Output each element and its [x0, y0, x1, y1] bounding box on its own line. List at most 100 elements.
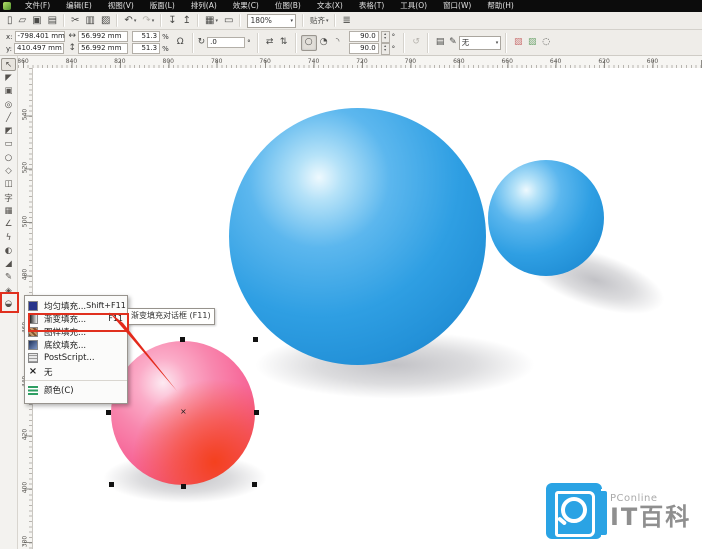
outline-width-select[interactable]: 无 ▾ — [458, 35, 502, 50]
selection-handle[interactable] — [109, 482, 114, 487]
fill-type-icon — [28, 353, 38, 364]
export-button[interactable]: ↥ — [180, 13, 194, 28]
rectangle-tool[interactable]: ▭ — [1, 138, 16, 151]
scale-x-field[interactable]: 51.3 — [132, 31, 161, 42]
selection-handle[interactable] — [106, 410, 111, 415]
snap-to-select[interactable]: 贴齐 ▾ — [307, 13, 332, 28]
selection-center-mark[interactable]: × — [180, 408, 187, 416]
wrap-text-icon: ▧ — [513, 37, 523, 47]
end-angle-field[interactable]: 90.0 — [348, 43, 379, 54]
eyedropper-tool[interactable]: ◢ — [1, 257, 16, 270]
rotation-angle-field[interactable]: .0 — [207, 37, 246, 48]
arc-mode-button[interactable]: ◝ — [331, 36, 345, 50]
selection-handle[interactable] — [181, 484, 186, 489]
coreldraw-window: 文件(F) 编辑(E) 视图(V) 版面(L) 排列(A) 效果(C) 位图(B… — [0, 0, 702, 549]
object-height-field[interactable]: 56.992 mm — [78, 43, 129, 54]
propbar-separator — [427, 32, 430, 53]
pie-icon: ◔ — [319, 37, 328, 47]
mirror-vertical-button[interactable]: ⇅ — [277, 36, 291, 50]
wrap-text-button[interactable]: ▧ — [511, 36, 525, 50]
menu-item[interactable]: 版面(L) — [142, 0, 183, 12]
toolbar-button-icon: ▦ — [205, 15, 215, 26]
crop-tool[interactable]: ▣ — [1, 85, 16, 98]
smart-fill-tool[interactable]: ◩ — [1, 124, 16, 137]
end-angle-stepper[interactable]: ▴ ▾ — [380, 42, 390, 55]
separator[interactable] — [239, 14, 242, 27]
basic-shapes-tool[interactable]: ◫ — [1, 178, 16, 191]
app-launcher-button[interactable]: ▦ ▾ — [202, 13, 221, 28]
save-button[interactable]: ▣ — [29, 13, 44, 28]
start-angle-field[interactable]: 90.0 — [348, 31, 379, 42]
separator[interactable] — [63, 14, 66, 27]
position-x-field[interactable]: -798.401 mm — [14, 31, 65, 42]
menu-item[interactable]: 编辑(E) — [58, 0, 100, 12]
ellipse-tool[interactable]: ○ — [1, 151, 16, 164]
menu-item[interactable]: 排列(A) — [183, 0, 225, 12]
paste-button[interactable]: ▨ — [98, 13, 113, 28]
new-button[interactable]: ▯ — [4, 13, 16, 28]
fill-menu-item[interactable]: 颜色(C) — [25, 380, 127, 397]
menu-item[interactable]: 位图(B) — [267, 0, 309, 12]
behind-fill-button[interactable]: ▨ — [525, 36, 539, 50]
menu-item[interactable]: 窗口(W) — [435, 0, 479, 12]
tooltip-text: 渐变填充对话框 (F11) — [131, 311, 211, 320]
pick-tool[interactable]: ↖ — [1, 58, 16, 72]
dimension-tool[interactable]: ∠ — [1, 218, 16, 231]
welcome-screen-button[interactable]: ▭ — [221, 13, 236, 28]
outline-pen-tool[interactable]: ✎ — [1, 271, 16, 284]
mirror-horizontal-button[interactable]: ⇄ — [263, 36, 277, 50]
connector-tool[interactable]: ϟ — [1, 231, 16, 244]
propbar-separator — [191, 32, 194, 53]
separator[interactable] — [197, 14, 200, 27]
copy-button[interactable]: ▥ — [83, 13, 98, 28]
ellipse-mode-button[interactable]: ○ — [300, 34, 317, 51]
zoom-level-select[interactable]: 180% ▾ — [247, 13, 296, 28]
arc-icon: ◝ — [335, 37, 340, 47]
freehand-tool[interactable]: ╱ — [1, 111, 16, 124]
pie-mode-button[interactable]: ◔ — [317, 36, 331, 50]
zoom-tool[interactable]: ◎ — [1, 98, 16, 111]
import-button[interactable]: ↧ — [165, 13, 179, 28]
redo-button[interactable]: ↷ ▾ — [139, 13, 157, 28]
selection-handle[interactable] — [180, 337, 185, 342]
menu-item[interactable]: 文件(F) — [17, 0, 58, 12]
fill-menu-item[interactable]: 均匀填充... Shift+F11 — [25, 299, 127, 312]
lock-ratio-icon[interactable]: Ω — [177, 37, 184, 48]
scale-y-field[interactable]: 51.3 — [132, 43, 161, 54]
polygon-tool[interactable]: ◇ — [1, 164, 16, 177]
cut-button[interactable]: ✂ — [68, 13, 82, 28]
selection-handle[interactable] — [253, 337, 258, 342]
start-angle-stepper[interactable]: ▴ ▾ — [380, 30, 390, 43]
fill-menu-item[interactable]: 底纹填充... — [25, 339, 127, 352]
table-tool[interactable]: ▦ — [1, 204, 16, 217]
options-button[interactable]: ≣ — [339, 13, 353, 28]
blend-tool[interactable]: ◐ — [1, 244, 16, 257]
layers-button[interactable]: ▤ — [433, 36, 447, 50]
menu-item[interactable]: 视图(V) — [100, 0, 142, 12]
text-tool[interactable]: 字 — [1, 191, 16, 204]
selection-handle[interactable] — [252, 482, 257, 487]
separator[interactable] — [160, 14, 163, 27]
open-button[interactable]: ▱ — [16, 13, 30, 28]
menu-item[interactable]: 工具(O) — [392, 0, 435, 12]
print-button[interactable]: ▤ — [45, 13, 60, 28]
change-direction-button[interactable]: ↺ — [409, 36, 423, 50]
menu-item[interactable]: 表格(T) — [351, 0, 392, 12]
shape-tool[interactable]: ◤ — [1, 71, 16, 84]
menu-item[interactable]: 效果(C) — [225, 0, 267, 12]
undo-button[interactable]: ↶ ▾ — [121, 13, 139, 28]
tool-icon: ◫ — [4, 179, 13, 190]
big-blue-sphere[interactable] — [229, 108, 486, 365]
scale-with-object-button[interactable]: ◌ — [539, 36, 553, 50]
menu-item[interactable]: 帮助(H) — [479, 0, 522, 12]
fill-menu-item[interactable]: × 无 — [25, 365, 127, 378]
layers-icon: ▤ — [435, 37, 445, 47]
small-blue-sphere[interactable] — [488, 160, 604, 276]
object-width-field[interactable]: 56.992 mm — [78, 31, 129, 42]
fill-menu-item[interactable]: PostScript... — [25, 352, 127, 365]
position-y-field[interactable]: 410.497 mm — [14, 43, 64, 54]
ruler-tick-label: 700 — [404, 58, 417, 65]
selection-handle[interactable] — [254, 410, 259, 415]
separator[interactable] — [116, 14, 119, 27]
menu-item[interactable]: 文本(X) — [309, 0, 351, 12]
